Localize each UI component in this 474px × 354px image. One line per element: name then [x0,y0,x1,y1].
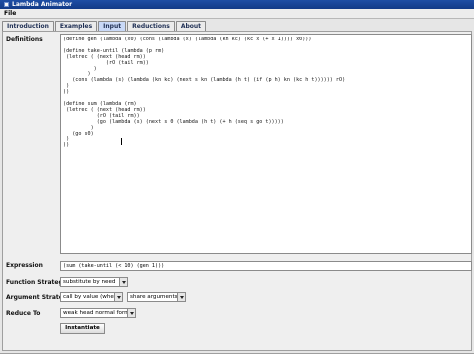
lambda-animator-window: Lambda Animator File Introduction Exampl… [0,0,474,354]
argument-strategy-value-a: call by value (when) [63,294,120,300]
tab-reductions[interactable]: Reductions [127,21,175,31]
expression-label: Expression [6,262,43,269]
definitions-label: Definitions [6,36,43,43]
definitions-code[interactable]: (define gen (lambda (x0) (cons (lambda (… [63,37,469,251]
tab-about[interactable]: About [175,21,207,31]
chevron-down-icon[interactable] [114,293,122,301]
argument-strategy-select-b[interactable]: share arguments [127,292,186,302]
function-strategy-select[interactable]: substitute by need [60,277,128,287]
function-strategy-label: Function Strategy [6,279,67,286]
chevron-down-icon[interactable] [127,309,135,317]
instantiate-button[interactable]: Instantiate [60,323,105,334]
tab-introduction[interactable]: Introduction [2,21,54,31]
input-panel: Definitions (define gen (lambda (x0) (co… [2,31,472,351]
argument-strategy-value-b: share arguments [130,294,178,300]
app-icon [4,2,9,7]
reduce-to-select[interactable]: weak head normal form [60,308,136,318]
menu-bar: File [0,9,474,19]
argument-strategy-select-a[interactable]: call by value (when) [60,292,123,302]
reduce-to-label: Reduce To [6,310,41,317]
tab-examples[interactable]: Examples [54,21,98,31]
chevron-down-icon[interactable] [177,293,185,301]
definitions-editor[interactable]: (define gen (lambda (x0) (cons (lambda (… [60,34,472,254]
function-strategy-value: substitute by need [63,279,116,285]
title-bar: Lambda Animator [0,0,474,9]
reduce-to-value: weak head normal form [63,310,130,316]
window-title: Lambda Animator [12,1,73,8]
tab-input[interactable]: Input [98,21,127,31]
expression-field[interactable]: (sum (take-until (< 10) (gen 1))) [60,261,472,271]
tab-strip: Introduction Examples Input Reductions A… [2,21,207,31]
menu-file[interactable]: File [4,10,16,17]
chevron-down-icon[interactable] [119,278,127,286]
text-caret [121,138,122,145]
